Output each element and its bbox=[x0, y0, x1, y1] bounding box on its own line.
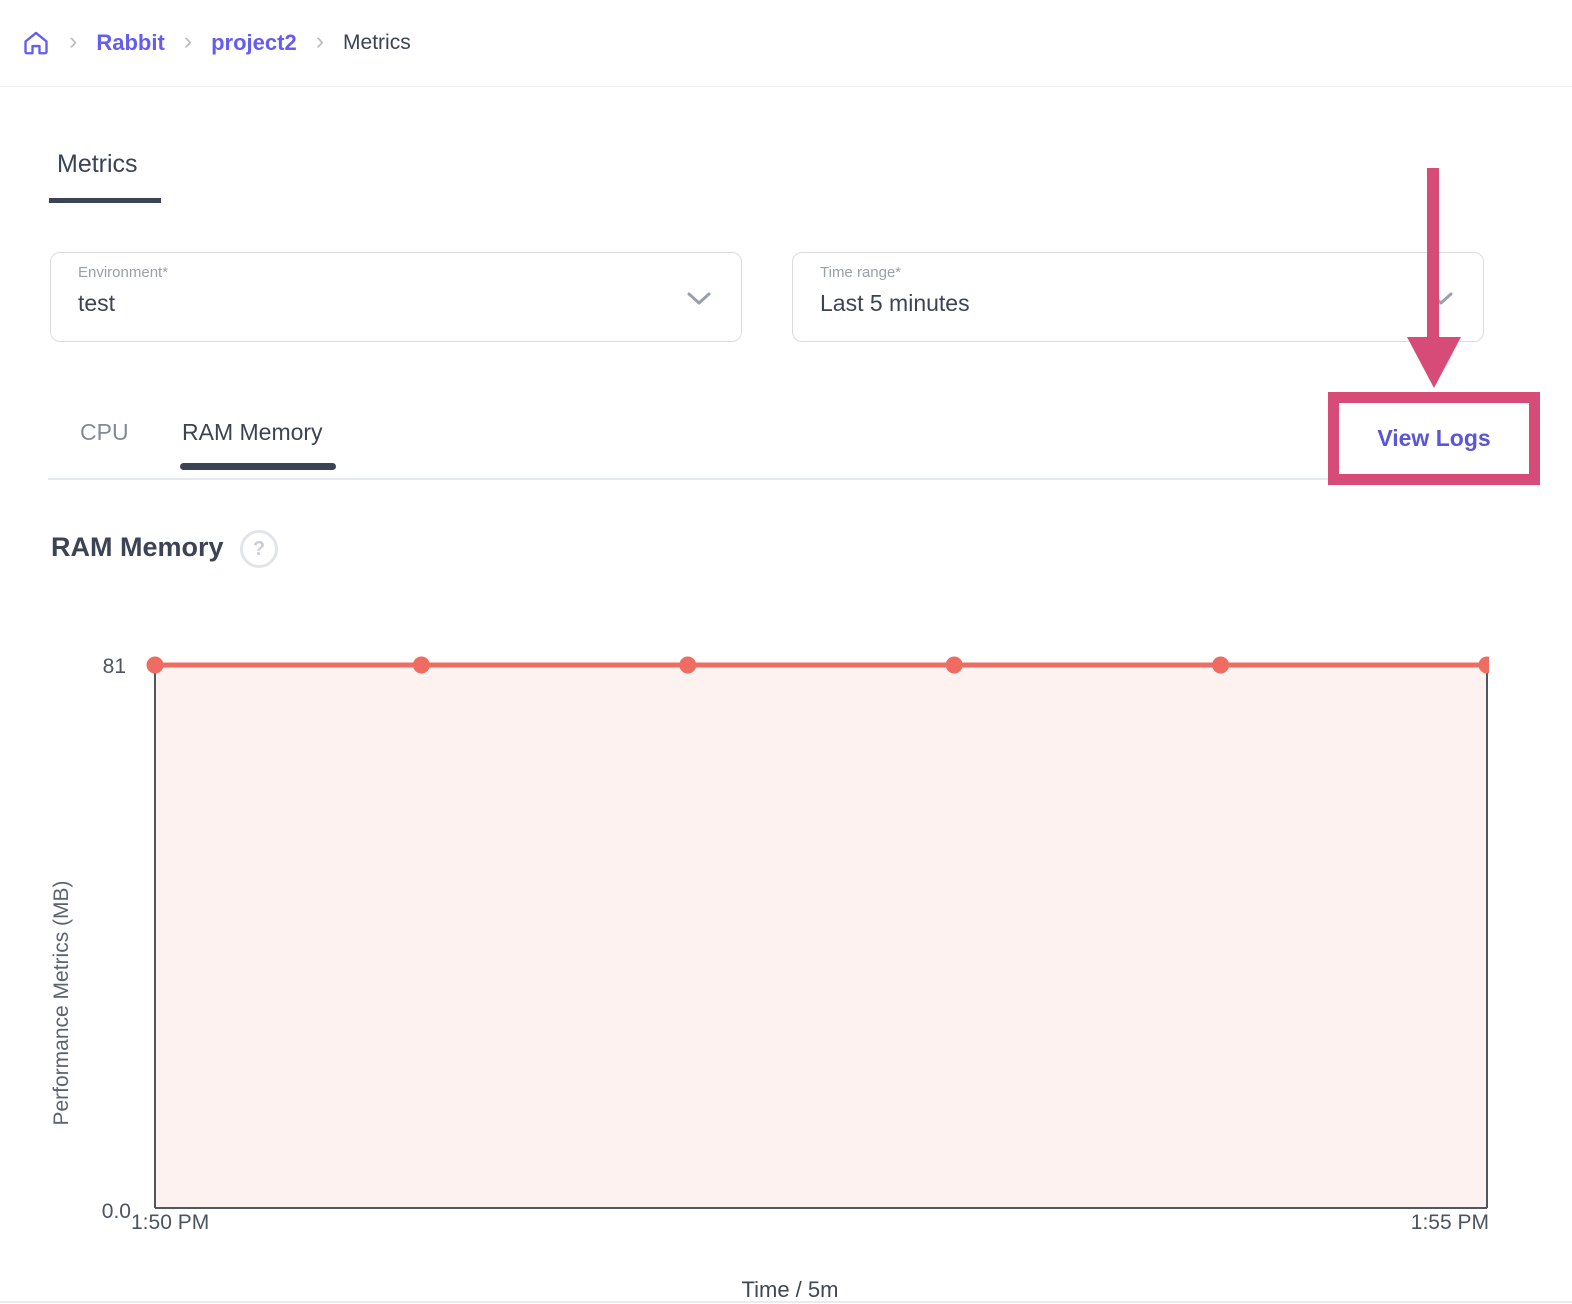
time-range-select-value: Last 5 minutes bbox=[820, 290, 970, 316]
chevron-right-icon: › bbox=[315, 26, 325, 55]
tab-ram-memory-underline bbox=[180, 463, 336, 470]
home-icon[interactable] bbox=[22, 29, 50, 57]
chart-title: RAM Memory bbox=[51, 532, 224, 562]
environment-select-value: test bbox=[78, 290, 116, 316]
tabs-divider bbox=[48, 478, 1532, 480]
ram-memory-chart: 81 0.0 1:50 PM 1:55 PM Performance Metrics (… bbox=[50, 655, 1489, 1302]
breadcrumb-link-project2[interactable]: project2 bbox=[211, 30, 297, 56]
breadcrumb-current-metrics: Metrics bbox=[343, 31, 411, 54]
chevron-down-icon bbox=[685, 290, 713, 313]
time-range-select-label: Time range* bbox=[820, 264, 902, 281]
annotation-highlight-rect: View Logs bbox=[1328, 392, 1540, 485]
x-tick-start: 1:50 PM bbox=[131, 1211, 209, 1234]
annotation-arrow-head-icon bbox=[1407, 337, 1461, 388]
tab-metrics-underline bbox=[49, 198, 161, 203]
time-range-select[interactable]: Time range* Last 5 minutes bbox=[792, 252, 1484, 342]
y-tick-max: 81 bbox=[103, 655, 126, 678]
bottom-divider bbox=[0, 1301, 1572, 1303]
chevron-right-icon: › bbox=[69, 26, 78, 55]
y-axis-title: Performance Metrics (MB) bbox=[50, 880, 73, 1125]
environment-select-label: Environment* bbox=[78, 264, 169, 281]
x-axis-title: Time / 5m bbox=[742, 1277, 839, 1302]
y-tick-min: 0.0 bbox=[102, 1200, 131, 1223]
tab-ram-memory[interactable]: RAM Memory bbox=[182, 419, 323, 446]
x-tick-end: 1:55 PM bbox=[1411, 1211, 1489, 1234]
environment-select[interactable]: Environment* test bbox=[50, 252, 742, 342]
help-icon[interactable]: ? bbox=[240, 530, 278, 568]
tab-metrics[interactable]: Metrics bbox=[57, 150, 138, 179]
breadcrumb: › Rabbit › project2 › Metrics bbox=[0, 0, 1572, 87]
tab-cpu[interactable]: CPU bbox=[80, 419, 129, 446]
chart-area-fill bbox=[155, 665, 1487, 1208]
view-logs-link[interactable]: View Logs bbox=[1377, 425, 1490, 452]
metrics-page: › Rabbit › project2 › Metrics Metrics En… bbox=[0, 0, 1572, 1304]
breadcrumb-link-rabbit[interactable]: Rabbit bbox=[96, 30, 164, 56]
chevron-right-icon: › bbox=[183, 26, 193, 55]
annotation-arrow-shaft bbox=[1427, 168, 1439, 340]
